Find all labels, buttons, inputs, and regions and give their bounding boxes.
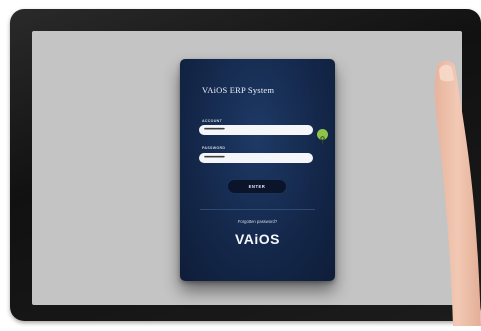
login-title: VAiOS ERP System: [202, 85, 275, 95]
tablet-frame: VAiOS ERP System ACCOUNT •••••••••••••••…: [10, 9, 481, 321]
forgot-password-link[interactable]: Forgotten password?: [180, 219, 335, 224]
vaios-logo: VAiOS: [234, 231, 281, 247]
password-field[interactable]: ••••••••••••••••••: [199, 153, 313, 163]
account-field[interactable]: ••••••••••••••••••: [199, 125, 313, 135]
enter-button[interactable]: ENTER: [228, 180, 286, 193]
divider: [200, 209, 315, 210]
key-button[interactable]: [317, 129, 328, 143]
login-card: VAiOS ERP System ACCOUNT •••••••••••••••…: [180, 59, 335, 281]
account-label: ACCOUNT: [202, 119, 223, 123]
password-label: PASSWORD: [202, 146, 226, 150]
key-icon: [319, 131, 326, 143]
finger-image: [423, 58, 481, 327]
tablet-screen: VAiOS ERP System ACCOUNT •••••••••••••••…: [32, 31, 462, 305]
